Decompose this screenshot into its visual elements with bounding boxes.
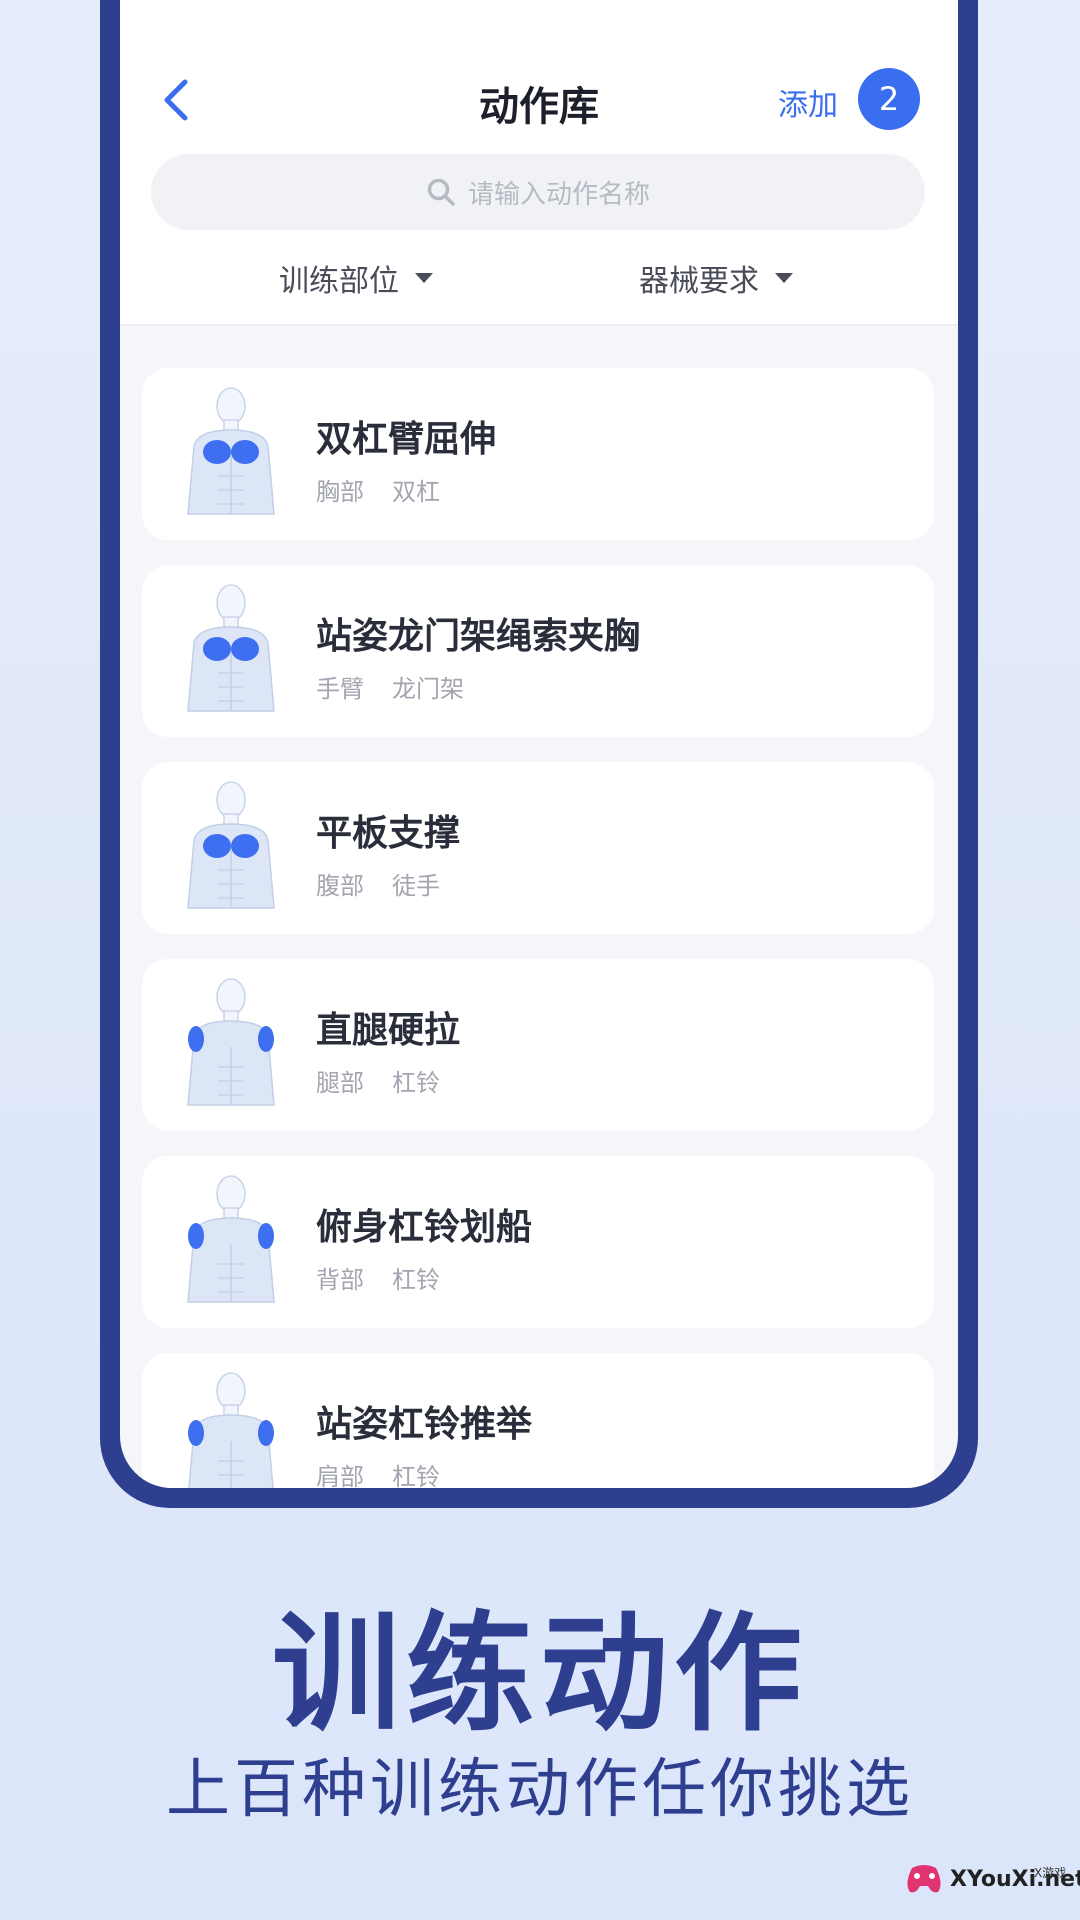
body-part-filter-label: 训练部位: [279, 264, 399, 299]
exercise-body-part: 肩部: [316, 1463, 364, 1488]
exercise-card[interactable]: 双杠臂屈伸 胸部 双杠: [142, 368, 934, 540]
muscle-diagram-icon: [187, 978, 275, 1106]
exercise-meta: 背部 杠铃: [316, 1260, 440, 1295]
promo-headline: 训练动作: [271, 1600, 808, 1749]
exercise-body-part: 胸部: [316, 478, 364, 506]
phone-frame: 动作库 添加 2 请输入动作名称 训练部位 器械要求 双杠臂屈伸 胸部 双杠 站…: [100, 0, 978, 1508]
exercise-body-part: 手臂: [316, 675, 364, 703]
exercise-equipment: 杠铃: [392, 1266, 440, 1294]
add-button[interactable]: 添加: [778, 80, 838, 124]
promo-tagline: 上百种训练动作任你挑选: [166, 1753, 914, 1827]
exercise-equipment: 双杠: [392, 478, 440, 506]
watermark-small: X游戏: [1034, 1866, 1067, 1880]
exercise-meta: 肩部 杠铃: [316, 1457, 440, 1488]
exercise-card[interactable]: 站姿龙门架绳索夹胸 手臂 龙门架: [142, 565, 934, 737]
selected-count-badge[interactable]: 2: [858, 68, 920, 130]
caret-down-icon: [775, 273, 793, 283]
exercise-meta: 手臂 龙门架: [316, 669, 464, 704]
exercise-card[interactable]: 站姿杠铃推举 肩部 杠铃: [142, 1353, 934, 1488]
exercise-equipment: 龙门架: [392, 675, 464, 703]
muscle-diagram-icon: [187, 781, 275, 909]
filter-bar: 训练部位 器械要求: [120, 256, 958, 306]
equipment-filter-label: 器械要求: [639, 264, 759, 299]
exercise-name: 直腿硬拉: [316, 1010, 461, 1051]
exercise-equipment: 杠铃: [392, 1463, 440, 1488]
exercise-meta: 腿部 杠铃: [316, 1063, 440, 1098]
search-input[interactable]: 请输入动作名称: [151, 154, 925, 230]
exercise-equipment: 徒手: [392, 872, 440, 900]
phone-screen: 动作库 添加 2 请输入动作名称 训练部位 器械要求 双杠臂屈伸 胸部 双杠 站…: [120, 0, 958, 1488]
exercise-card[interactable]: 俯身杠铃划船 背部 杠铃: [142, 1156, 934, 1328]
search-icon: [427, 178, 455, 206]
caret-down-icon: [415, 273, 433, 283]
exercise-name: 站姿龙门架绳索夹胸: [316, 616, 641, 657]
search-placeholder: 请输入动作名称: [467, 179, 650, 210]
exercise-body-part: 腹部: [316, 872, 364, 900]
muscle-diagram-icon: [187, 584, 275, 712]
muscle-diagram-icon: [187, 1175, 275, 1303]
equipment-filter[interactable]: 器械要求: [639, 256, 793, 300]
muscle-diagram-icon: [187, 387, 275, 515]
exercise-name: 站姿杠铃推举: [316, 1404, 533, 1445]
exercise-card[interactable]: 平板支撑 腹部 徒手: [142, 762, 934, 934]
exercise-list: 双杠臂屈伸 胸部 双杠 站姿龙门架绳索夹胸 手臂 龙门架 平板支撑 腹部 徒手 …: [142, 368, 934, 1488]
top-bar: 动作库 添加 2 请输入动作名称 训练部位 器械要求: [120, 0, 958, 326]
exercise-meta: 胸部 双杠: [316, 472, 440, 507]
exercise-name: 平板支撑: [316, 813, 461, 854]
exercise-body-part: 背部: [316, 1266, 364, 1294]
nav-bar: 动作库 添加 2: [120, 50, 958, 150]
exercise-name: 双杠臂屈伸: [316, 419, 497, 460]
body-part-filter[interactable]: 训练部位: [279, 256, 433, 300]
screenshot-stage: 动作库 添加 2 请输入动作名称 训练部位 器械要求 双杠臂屈伸 胸部 双杠 站…: [0, 0, 1080, 1920]
gamepad-logo-icon: [907, 1865, 941, 1893]
exercise-card[interactable]: 直腿硬拉 腿部 杠铃: [142, 959, 934, 1131]
muscle-diagram-icon: [188, 1372, 274, 1488]
exercise-equipment: 杠铃: [392, 1069, 440, 1097]
exercise-meta: 腹部 徒手: [316, 866, 440, 901]
exercise-name: 俯身杠铃划船: [316, 1207, 533, 1248]
exercise-body-part: 腿部: [316, 1069, 364, 1097]
